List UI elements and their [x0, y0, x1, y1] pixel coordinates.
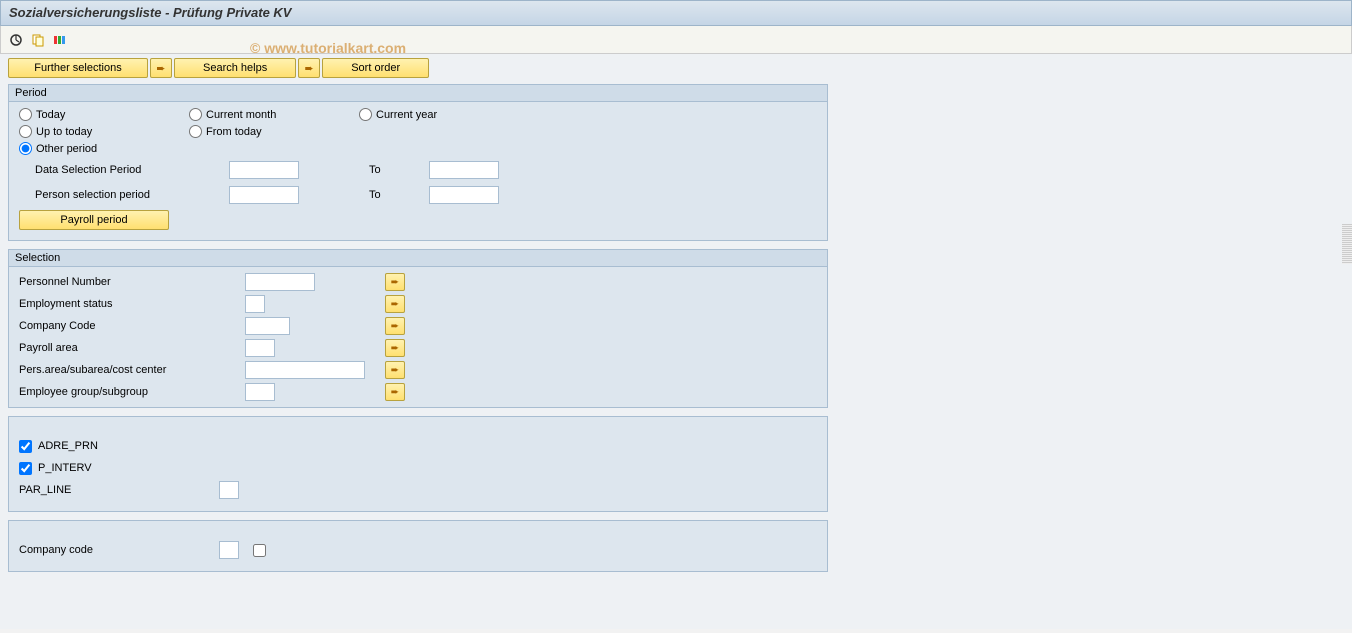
further-selections-button[interactable]: Further selections [8, 58, 148, 78]
content-area: Further selections ➨ Search helps ➨ Sort… [0, 54, 1352, 629]
execute-icon[interactable] [7, 31, 25, 49]
payroll-area-input[interactable] [245, 339, 275, 357]
company-code-input[interactable] [245, 317, 290, 335]
personnel-number-label: Personnel Number [15, 276, 245, 288]
company-code-row: Company code [15, 539, 821, 561]
window-title-bar: Sozialversicherungsliste - Prüfung Priva… [0, 0, 1352, 26]
adre-prn-row: ADRE_PRN [15, 435, 821, 457]
payroll-area-multi-icon[interactable]: ➨ [385, 339, 405, 357]
window-title: Sozialversicherungsliste - Prüfung Priva… [9, 5, 291, 20]
radio-today[interactable]: Today [19, 108, 189, 121]
company-code-multi-icon[interactable]: ➨ [385, 317, 405, 335]
radio-current-month[interactable]: Current month [189, 108, 359, 121]
pers-area-multi-icon[interactable]: ➨ [385, 361, 405, 379]
employment-status-input[interactable] [245, 295, 265, 313]
person-selection-to-input[interactable] [429, 186, 499, 204]
person-selection-from-input[interactable] [229, 186, 299, 204]
par-line-input[interactable] [219, 481, 239, 499]
payroll-period-button[interactable]: Payroll period [19, 210, 169, 230]
employee-group-multi-icon[interactable]: ➨ [385, 383, 405, 401]
company-code-param-input1[interactable] [219, 541, 239, 559]
radio-up-to-today[interactable]: Up to today [19, 125, 189, 138]
radio-current-year[interactable]: Current year [359, 108, 529, 121]
person-selection-period-label: Person selection period [19, 189, 229, 201]
company-code-label: Company Code [15, 320, 245, 332]
personnel-number-multi-icon[interactable]: ➨ [385, 273, 405, 291]
period-group: Period Today Current month Current year … [8, 84, 828, 241]
employee-group-label: Employee group/subgroup [15, 386, 245, 398]
data-selection-to-input[interactable] [429, 161, 499, 179]
data-selection-from-input[interactable] [229, 161, 299, 179]
splitter-handle-icon[interactable] [1342, 224, 1352, 264]
par-line-label: PAR_LINE [19, 484, 219, 496]
pers-area-label: Pers.area/subarea/cost center [15, 364, 245, 376]
employment-status-multi-icon[interactable]: ➨ [385, 295, 405, 313]
employee-group-input[interactable] [245, 383, 275, 401]
par-line-row: PAR_LINE [15, 479, 821, 501]
company-group: Company code [8, 520, 828, 572]
radio-other-period[interactable]: Other period [19, 142, 189, 155]
company-code-param-label: Company code [19, 544, 219, 556]
p-interv-label: P_INTERV [38, 462, 92, 474]
period-group-title: Period [9, 85, 827, 102]
personnel-number-input[interactable] [245, 273, 315, 291]
adre-prn-checkbox[interactable] [19, 440, 32, 453]
selection-group-title: Selection [9, 250, 827, 267]
employment-status-label: Employment status [15, 298, 245, 310]
p-interv-row: P_INTERV [15, 457, 821, 479]
sort-order-arrow-icon[interactable]: ➨ [298, 58, 320, 78]
payroll-area-label: Payroll area [15, 342, 245, 354]
variant-icon[interactable] [29, 31, 47, 49]
params-group: ADRE_PRN P_INTERV PAR_LINE [8, 416, 828, 512]
sort-order-button[interactable]: Sort order [322, 58, 429, 78]
pers-area-input[interactable] [245, 361, 365, 379]
radio-from-today[interactable]: From today [189, 125, 359, 138]
search-helps-button[interactable]: Search helps [174, 58, 296, 78]
search-helps-arrow-icon[interactable]: ➨ [150, 58, 172, 78]
data-selection-period-label: Data Selection Period [19, 164, 229, 176]
company-code-param-checkbox[interactable] [253, 544, 266, 557]
adre-prn-label: ADRE_PRN [38, 440, 98, 452]
data-selection-to-label: To [299, 164, 429, 176]
selection-group: Selection Personnel Number ➨ Employment … [8, 249, 828, 408]
app-toolbar [0, 26, 1352, 54]
person-selection-to-label: To [299, 189, 429, 201]
p-interv-checkbox[interactable] [19, 462, 32, 475]
action-button-row: Further selections ➨ Search helps ➨ Sort… [0, 54, 1352, 82]
spool-icon[interactable] [51, 31, 69, 49]
